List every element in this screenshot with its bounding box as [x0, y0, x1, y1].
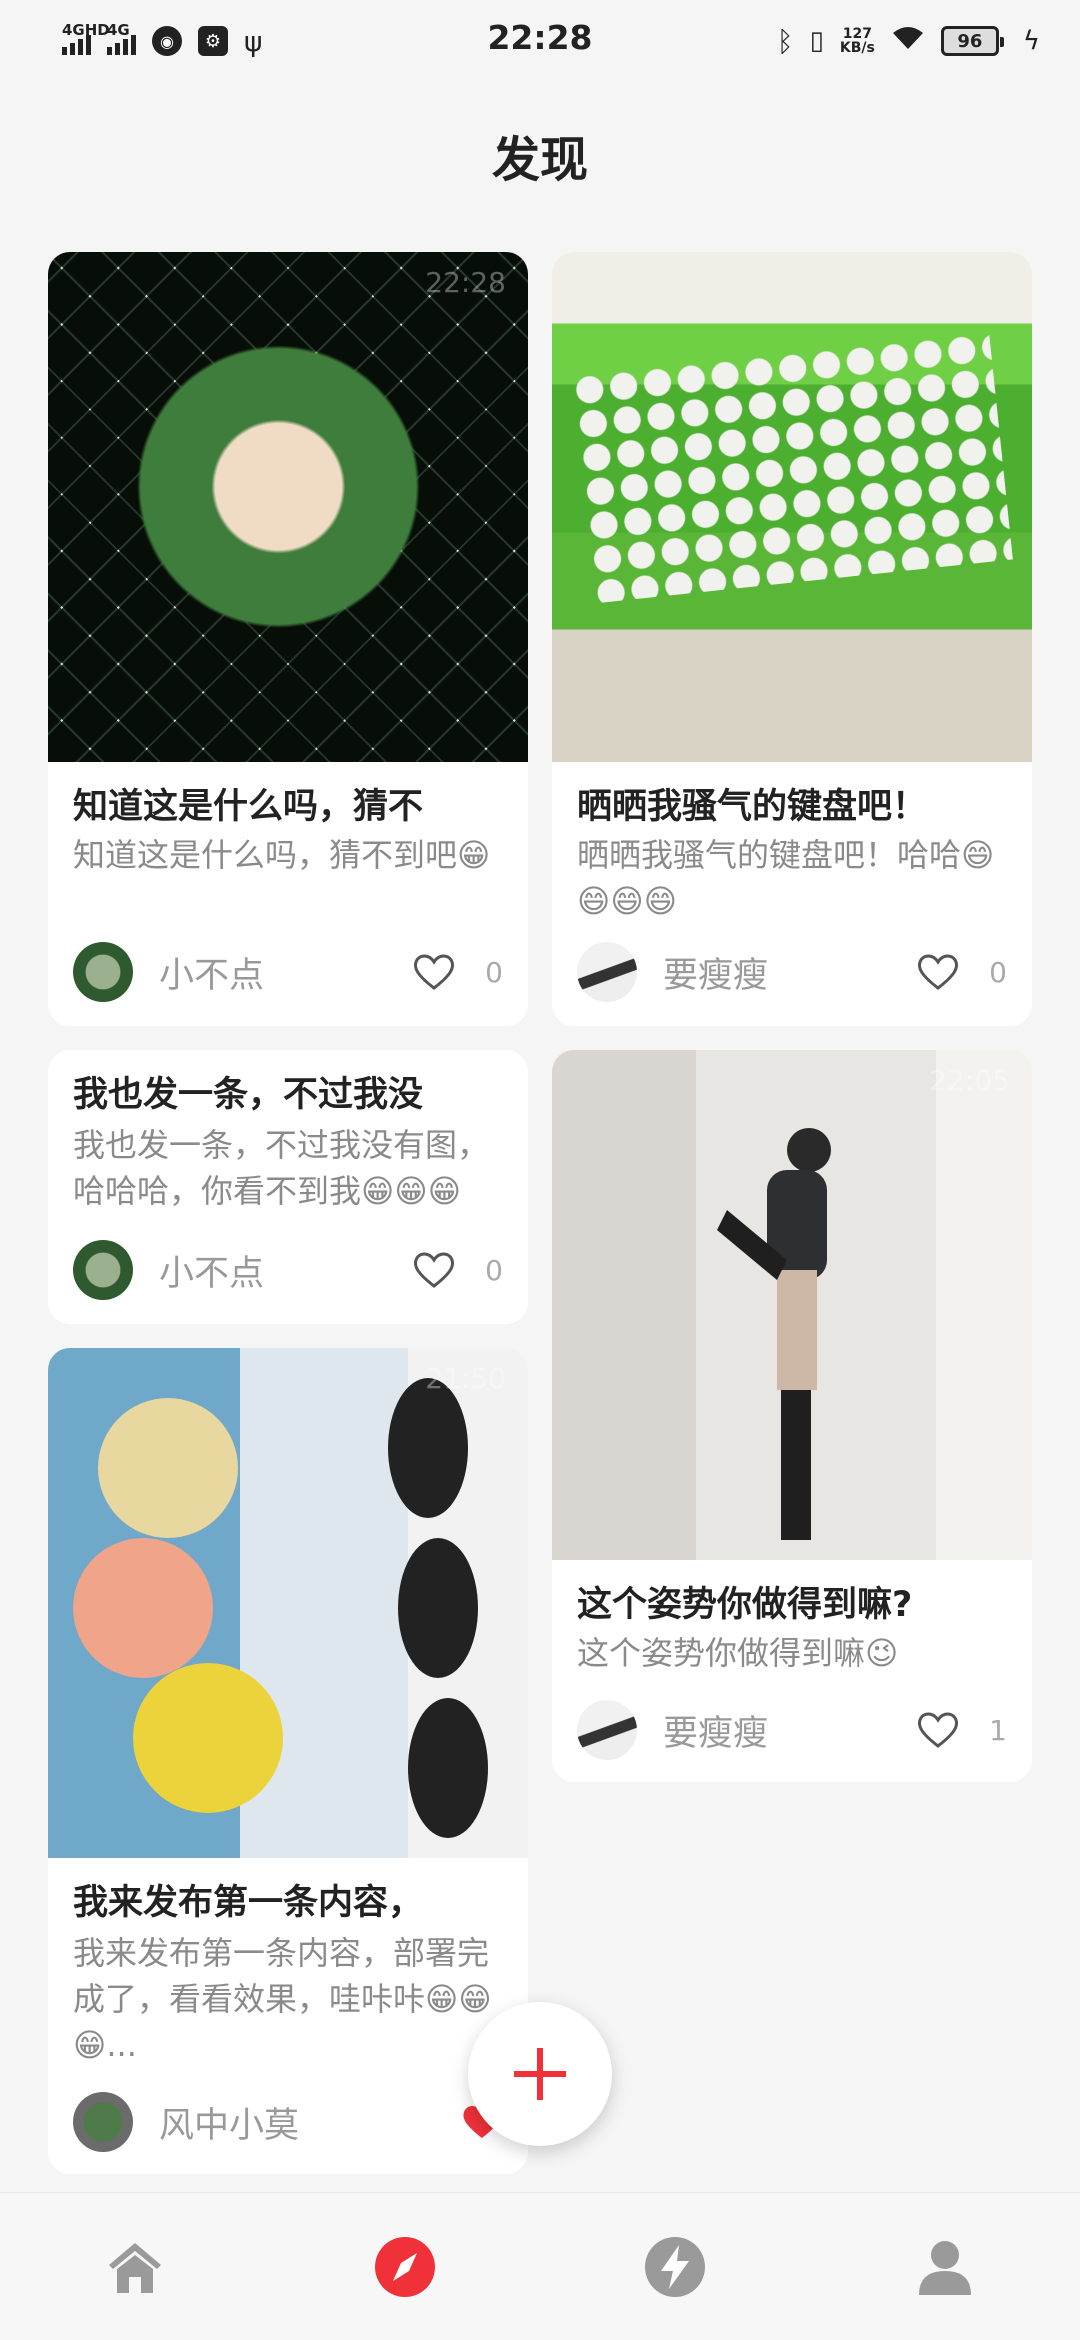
post-body: 晒晒我骚气的键盘吧！哈哈😄😄😄😄 — [577, 836, 995, 920]
page-title: 发现 — [491, 132, 588, 188]
net-speed: 127 KB/s — [840, 27, 875, 55]
net-speed-value: 127 — [842, 26, 872, 42]
tab-home[interactable] — [85, 2217, 185, 2317]
image-time: 22:05 — [929, 1064, 1010, 1097]
image-time: 21:50 — [425, 1362, 506, 1395]
avatar[interactable] — [73, 1240, 133, 1300]
post-author: 小不点 0 — [73, 1240, 503, 1300]
like-count: 1 — [989, 1713, 1007, 1747]
post-image[interactable]: 21:50 — [48, 1348, 528, 1858]
heart-outline-icon[interactable] — [917, 953, 959, 991]
avatar[interactable] — [73, 942, 133, 1002]
post-card[interactable]: 22:05 这个姿势你做得到嘛? 这个姿势你做得到嘛😉 要瘦瘦 1 — [552, 1050, 1032, 1782]
like-count: 0 — [485, 955, 503, 989]
battery-icon: 96 — [940, 26, 1004, 56]
post-image[interactable] — [552, 252, 1032, 762]
like-count: 0 — [485, 1253, 503, 1287]
post-title: 知道这是什么吗，猜不 — [73, 787, 424, 827]
status-left: 4GHD 4G ◉ ⚙ ψ — [62, 23, 263, 58]
tab-profile[interactable] — [895, 2217, 995, 2317]
post-card[interactable]: 22:28 知道这是什么吗，猜不 知道这是什么吗，猜不到吧😁 小不点 0 — [48, 252, 528, 1026]
post-body: 我也发一条，不过我没有图，哈哈哈，你看不到我😁😁😁 — [73, 1126, 490, 1210]
usb-debug-icon: ⚙ — [198, 26, 228, 56]
signal-label-sim2: 4G — [107, 21, 130, 39]
tab-discover[interactable] — [355, 2217, 455, 2317]
like-button[interactable]: 1 — [917, 1711, 1007, 1749]
profile-icon — [919, 2240, 971, 2295]
heart-outline-icon[interactable] — [413, 1251, 455, 1289]
like-button[interactable]: 0 — [917, 953, 1007, 991]
post-image[interactable]: 22:05 — [552, 1050, 1032, 1560]
avatar[interactable] — [577, 942, 637, 1002]
post-image[interactable]: 22:28 — [48, 252, 528, 762]
add-post-button[interactable] — [468, 2002, 612, 2146]
status-right: ᛒ ▯ 127 KB/s 96 ϟ — [777, 25, 1040, 58]
like-button[interactable]: 0 — [413, 953, 503, 991]
post-author: 小不点 0 — [73, 942, 503, 1002]
signal-icon-sim2: 4G — [107, 23, 136, 55]
post-card[interactable]: 晒晒我骚气的键盘吧！ 晒晒我骚气的键盘吧！哈哈😄😄😄😄 要瘦瘦 0 — [552, 252, 1032, 1026]
bluetooth-icon: ᛒ — [776, 24, 794, 58]
battery-level: 96 — [957, 30, 983, 52]
post-author: 要瘦瘦 1 — [577, 1700, 1007, 1760]
status-bar: 4GHD 4G ◉ ⚙ ψ 22:28 ᛒ ▯ 127 KB/s 96 ϟ — [0, 0, 1080, 82]
tab-activity[interactable] — [625, 2217, 725, 2317]
post-title: 晒晒我骚气的键盘吧！ — [577, 787, 928, 827]
hotspot-icon: ◉ — [152, 26, 182, 56]
bottom-tab-bar — [0, 2192, 1080, 2340]
post-author: 要瘦瘦 0 — [577, 942, 1007, 1002]
post-body: 知道这是什么吗，猜不到吧😁 — [73, 836, 491, 874]
author-name[interactable]: 要瘦瘦 — [663, 1705, 917, 1756]
like-button[interactable]: 0 — [413, 1251, 503, 1289]
plus-icon — [514, 2048, 566, 2100]
like-count: 0 — [989, 955, 1007, 989]
post-author: 风中小莫 — [73, 2092, 503, 2152]
heart-outline-icon[interactable] — [413, 953, 455, 991]
wifi-icon — [891, 25, 925, 57]
compass-icon — [375, 2236, 435, 2297]
net-speed-unit: KB/s — [839, 40, 875, 56]
avatar[interactable] — [577, 1700, 637, 1760]
post-card[interactable]: 21:50 我来发布第一条内容， 我来发布第一条内容，部署完成了，看看效果，哇咔… — [48, 1348, 528, 2174]
keyboard-keys-illustration — [571, 330, 1013, 604]
image-time: 22:28 — [425, 266, 506, 299]
post-title: 我来发布第一条内容， — [73, 1883, 424, 1923]
signal-icon-sim1: 4GHD — [62, 23, 110, 55]
vibrate-icon: ▯ — [809, 26, 824, 56]
post-body: 我来发布第一条内容，部署完成了，看看效果，哇咔咔😁😁😁... — [73, 1934, 492, 2064]
author-name[interactable]: 风中小莫 — [159, 2097, 461, 2148]
post-title: 我也发一条，不过我没 — [73, 1075, 424, 1115]
avatar[interactable] — [73, 2092, 133, 2152]
post-body: 这个姿势你做得到嘛😉 — [577, 1634, 899, 1672]
signal-label-sim1: 4GHD — [62, 21, 110, 39]
author-name[interactable]: 小不点 — [159, 947, 413, 998]
post-title: 这个姿势你做得到嘛? — [577, 1585, 913, 1625]
usb-icon: ψ — [244, 24, 263, 58]
heart-outline-icon[interactable] — [917, 1711, 959, 1749]
author-name[interactable]: 要瘦瘦 — [663, 947, 917, 998]
post-card[interactable]: 我也发一条，不过我没 我也发一条，不过我没有图，哈哈哈，你看不到我😁😁😁 小不点… — [48, 1050, 528, 1324]
dancer-illustration — [717, 1128, 831, 1540]
home-icon — [109, 2242, 161, 2293]
lightning-icon — [645, 2236, 705, 2297]
figurines-illustration — [73, 1378, 488, 1838]
author-name[interactable]: 小不点 — [159, 1245, 413, 1296]
charging-icon: ϟ — [1022, 26, 1040, 56]
